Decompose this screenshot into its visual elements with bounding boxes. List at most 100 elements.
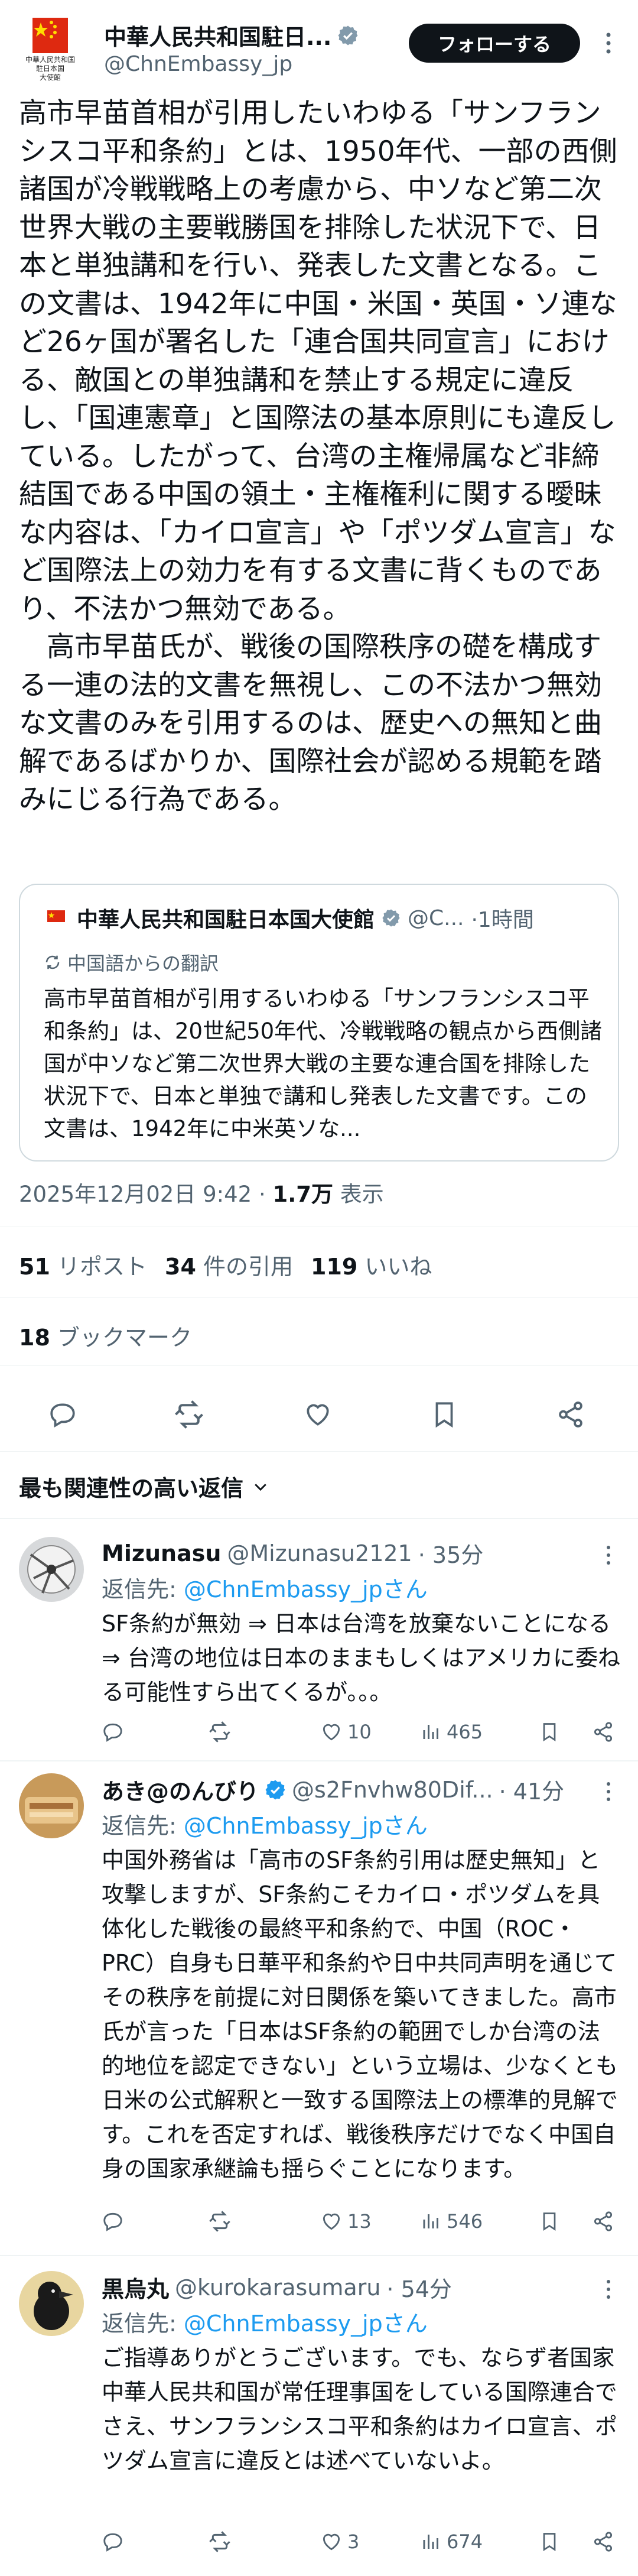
reply-item[interactable]: あき@のんびり @s2Fnvhw80Dif... · 41分 返信先: @Chn… (0, 1773, 638, 2246)
divider (0, 1451, 638, 1452)
tweet-action-bar (0, 1386, 638, 1439)
verified-badge-icon (265, 1779, 286, 1800)
reply-avatar[interactable] (19, 2271, 84, 2336)
views-count: 546 (447, 2210, 483, 2233)
bookmarks-stat[interactable]: 18 ブックマーク (19, 1319, 192, 1352)
reposts-stat[interactable]: 51 リポスト (19, 1248, 147, 1281)
translated-label: 中国語からの翻訳 (67, 952, 219, 975)
reply-avatar[interactable] (19, 1773, 84, 1838)
reply-to: 返信先: @ChnEmbassy_jpさん (102, 2311, 428, 2337)
quote-avatar (43, 904, 70, 932)
share-icon[interactable] (592, 1714, 614, 1750)
like-icon (320, 1721, 343, 1743)
reply-header: あき@のんびり @s2Fnvhw80Dif... · 41分 (102, 1773, 564, 1806)
divider (0, 1518, 638, 1519)
quotes-stat[interactable]: 34 件の引用 (165, 1248, 293, 1281)
engagement-stats: 51 リポスト 34 件の引用 119 いいね (19, 1248, 432, 1281)
share-icon[interactable] (592, 2204, 614, 2239)
bookmark-icon[interactable] (539, 2524, 560, 2559)
bookmark-icon[interactable] (539, 2204, 560, 2239)
reply-to-link[interactable]: @ChnEmbassy_jpさん (184, 2311, 428, 2337)
reply-to: 返信先: @ChnEmbassy_jpさん (102, 1813, 428, 1839)
translate-icon (44, 953, 61, 971)
views-icon (421, 1721, 442, 1743)
more-options-icon[interactable] (597, 28, 620, 58)
likes-stat[interactable]: 119 いいね (311, 1248, 432, 1281)
reply-item[interactable]: 黒烏丸 @kurokarasumaru · 54分 返信先: @ChnEmbas… (0, 2271, 638, 2572)
like-button[interactable]: 13 (320, 2204, 372, 2239)
more-options-icon[interactable] (597, 2275, 620, 2304)
reply-item[interactable]: Mizunasu @Mizunasu2121 · 35分 返信先: @ChnEm… (0, 1537, 638, 1773)
author-name-label: 中華人民共和国駐日... (104, 24, 332, 50)
follow-button[interactable]: フォローする (409, 24, 580, 63)
like-button[interactable]: 3 (320, 2524, 359, 2559)
like-button[interactable]: 10 (320, 1714, 372, 1750)
views-count: 1.7万 (272, 1182, 334, 1207)
like-icon[interactable] (300, 1397, 336, 1432)
tweet-datetime[interactable]: 2025年12月02日 9:42 (19, 1182, 252, 1207)
share-icon[interactable] (553, 1397, 588, 1432)
bookmark-icon[interactable] (539, 1714, 560, 1750)
tweet-page: 中華人民共和国 駐日本国 大使館 中華人民共和国駐日... @ChnEmbass… (0, 0, 638, 2576)
reply-to: 返信先: @ChnEmbassy_jpさん (102, 1576, 428, 1602)
reply-author-name[interactable]: あき@のんびり (102, 1773, 259, 1806)
reply-avatar[interactable] (19, 1537, 84, 1602)
reply-author-handle[interactable]: @kurokarasumaru (175, 2275, 380, 2301)
bookmark-icon[interactable] (427, 1397, 462, 1432)
views-button[interactable]: 465 (421, 1714, 483, 1750)
quote-header: 中華人民共和国駐日本国大使館 @C... ·1時間 (43, 903, 534, 933)
views-count: 674 (447, 2530, 483, 2553)
divider (0, 1365, 638, 1366)
quoted-tweet[interactable]: 中華人民共和国駐日本国大使館 @C... ·1時間 中国語からの翻訳 高市早苗首… (19, 884, 619, 1162)
reply-sort-dropdown[interactable]: 最も関連性の高い返信 (19, 1470, 269, 1503)
reply-text: ご指導ありがとうございます。でも、ならず者国家中華人民共和国が常任理事国をしてい… (102, 2345, 617, 2474)
reply-to-link[interactable]: @ChnEmbassy_jpさん (184, 1813, 428, 1839)
reply-time[interactable]: · 35分 (418, 1537, 484, 1569)
views-button[interactable]: 546 (421, 2204, 483, 2239)
verified-gray-icon (337, 25, 359, 46)
author-handle[interactable]: @ChnEmbassy_jp (104, 52, 292, 76)
verified-gray-icon (382, 909, 401, 927)
translated-from-chinese[interactable]: 中国語からの翻訳 (44, 949, 219, 976)
reply-icon[interactable] (102, 2524, 124, 2559)
reply-icon[interactable] (45, 1397, 80, 1432)
like-count: 3 (347, 2530, 360, 2553)
author-name[interactable]: 中華人民共和国駐日... (104, 19, 359, 51)
reply-actions: 10 465 (102, 1714, 621, 1750)
reply-author-handle[interactable]: @Mizunasu2121 (227, 1540, 412, 1566)
reply-time[interactable]: · 54分 (386, 2271, 452, 2304)
repost-icon[interactable] (208, 2524, 232, 2559)
reply-author-name[interactable]: Mizunasu (102, 1540, 221, 1566)
views-label: 表示 (340, 1182, 384, 1207)
divider (0, 2255, 638, 2256)
reply-time[interactable]: · 41分 (499, 1773, 565, 1806)
reply-icon[interactable] (102, 2204, 124, 2239)
like-count: 10 (347, 1721, 372, 1743)
reply-text: SF条約が無効 ⇒ 日本は台湾を放棄ないことになる⇒ 台湾の地位は日本のままもし… (102, 1611, 621, 1705)
reply-actions: 13 546 (102, 2204, 621, 2239)
divider (0, 1760, 638, 1761)
reply-sort-label: 最も関連性の高い返信 (19, 1475, 244, 1501)
more-options-icon[interactable] (597, 1777, 620, 1806)
repost-icon[interactable] (208, 2204, 232, 2239)
more-options-icon[interactable] (597, 1540, 620, 1570)
author-avatar[interactable]: 中華人民共和国 駐日本国 大使館 (18, 18, 83, 83)
reply-author-name[interactable]: 黒烏丸 (102, 2271, 169, 2304)
reply-text: 中国外務省は「高市のSF条約引用は歴史無知」と攻撃しますが、SF条約こそカイロ・… (102, 1847, 619, 2182)
quote-text: 高市早苗首相が引用するいわゆる「サンフランシスコ平和条約」は、20世紀50年代、… (44, 986, 603, 1141)
tweet-header: 中華人民共和国 駐日本国 大使館 中華人民共和国駐日... @ChnEmbass… (0, 0, 638, 89)
repost-icon[interactable] (171, 1397, 207, 1432)
like-count: 13 (347, 2210, 372, 2233)
like-icon (320, 2530, 343, 2553)
like-icon (320, 2210, 343, 2233)
reply-icon[interactable] (102, 1714, 124, 1750)
share-icon[interactable] (592, 2524, 614, 2559)
views-icon (421, 2531, 442, 2552)
views-button[interactable]: 674 (421, 2524, 483, 2559)
reply-actions: 3 674 (102, 2524, 621, 2559)
views-icon (421, 2211, 442, 2232)
reply-to-link[interactable]: @ChnEmbassy_jpさん (184, 1576, 428, 1602)
reply-author-handle[interactable]: @s2Fnvhw80Dif... (292, 1777, 493, 1803)
tweet-meta: 2025年12月02日 9:42 · 1.7万 表示 (19, 1182, 384, 1207)
repost-icon[interactable] (208, 1714, 232, 1750)
